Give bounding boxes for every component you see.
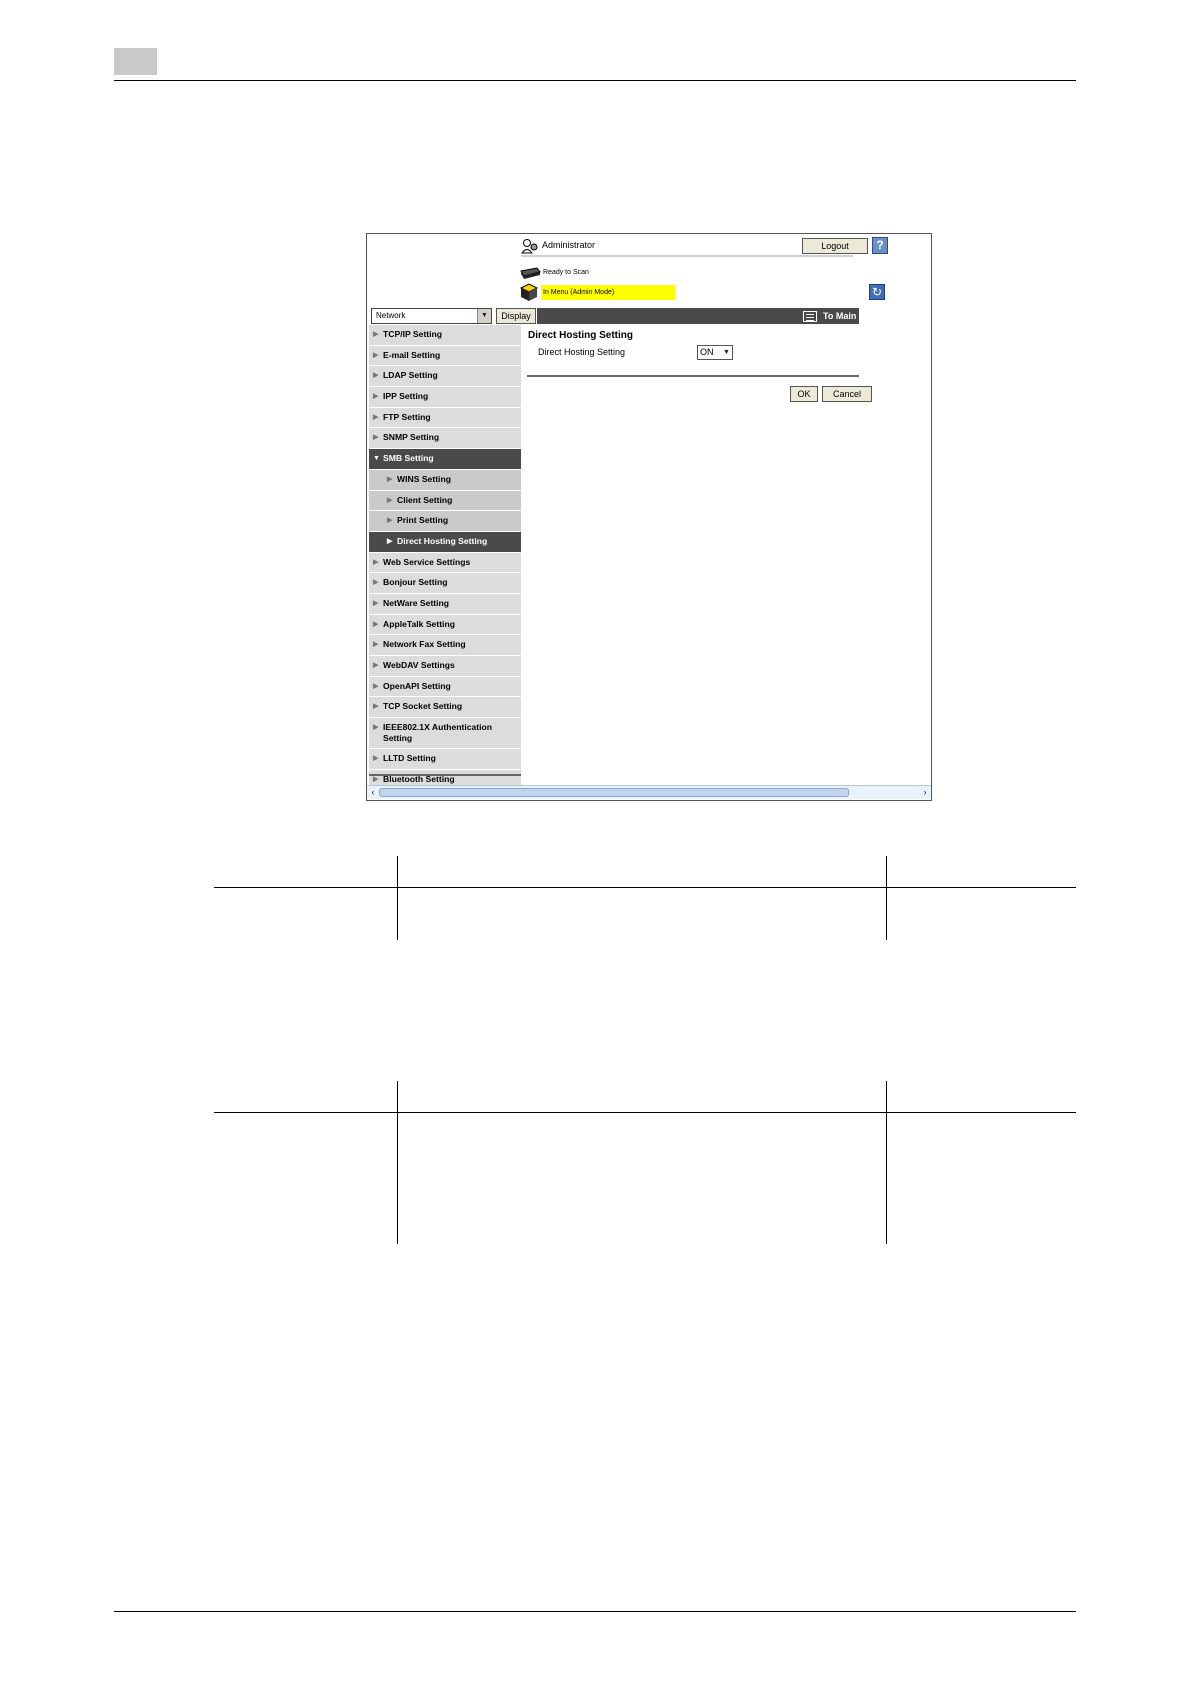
- sidebar-item[interactable]: ▶ SNMP Setting: [369, 428, 521, 449]
- arrow-right-icon: ▶: [373, 641, 379, 649]
- refresh-icon[interactable]: ↻: [869, 284, 885, 300]
- page-title: Direct Hosting Setting: [528, 330, 634, 341]
- scrollbar-thumb[interactable]: [379, 788, 849, 797]
- category-select-value: Network: [376, 311, 406, 320]
- arrow-right-icon: ▶: [387, 537, 393, 545]
- logout-button[interactable]: Logout: [802, 238, 868, 254]
- direct-hosting-value: ON: [700, 347, 714, 357]
- sidebar-item[interactable]: ▶ Bonjour Setting: [369, 573, 521, 593]
- chevron-down-icon: ▼: [477, 309, 491, 323]
- scroll-right-icon[interactable]: ›: [919, 787, 931, 798]
- sidebar-item[interactable]: ▶ WebDAV Settings: [369, 656, 521, 676]
- sidebar-item[interactable]: ▶ Web Service Settings: [369, 552, 521, 573]
- sidebar-nav: ▶ TCP/IP Setting ▶ E-mail Setting ▶ LDAP Se…: [369, 325, 521, 790]
- table-1-column-line: [886, 856, 887, 940]
- arrow-right-icon: ▶: [387, 475, 393, 483]
- sidebar-item[interactable]: ▶ TCP/IP Setting: [369, 325, 521, 345]
- sidebar-item[interactable]: ▶ OpenAPI Setting: [369, 676, 521, 697]
- arrow-right-icon: ▶: [373, 558, 379, 566]
- sidebar-subitem[interactable]: ▶ Print Setting: [369, 511, 521, 531]
- printer-icon: [520, 267, 541, 279]
- table-2-header-rule: [214, 1112, 1076, 1113]
- arrow-right-icon: ▶: [373, 724, 379, 732]
- sidebar-divider: [369, 774, 521, 776]
- ok-button[interactable]: OK: [790, 386, 818, 402]
- arrow-right-icon: ▶: [373, 434, 379, 442]
- sidebar-item[interactable]: ▶ E-mail Setting: [369, 345, 521, 366]
- administrator-label: Administrator: [542, 240, 596, 250]
- sidebar-item[interactable]: ▶ NetWare Setting: [369, 593, 521, 614]
- sidebar-item[interactable]: ▶ TCP Socket Setting: [369, 697, 521, 718]
- cancel-button[interactable]: Cancel: [822, 386, 872, 402]
- status-ready-text: Ready to Scan: [543, 269, 589, 276]
- arrow-right-icon: ▶: [373, 620, 379, 628]
- arrow-down-icon: ▼: [373, 455, 380, 463]
- table-1-column-line: [397, 856, 398, 940]
- sidebar-subitem-selected[interactable]: ▶ Direct Hosting Setting: [369, 531, 521, 552]
- horizontal-scrollbar[interactable]: ‹ ›: [367, 785, 931, 799]
- sidebar-item[interactable]: ▶ LLTD Setting: [369, 749, 521, 769]
- table-2-column-line: [886, 1081, 887, 1244]
- help-icon[interactable]: ?: [872, 237, 888, 254]
- sidebar-item[interactable]: ▶ Network Fax Setting: [369, 635, 521, 655]
- arrow-right-icon: ▶: [373, 393, 379, 401]
- content-divider: [527, 375, 859, 377]
- arrow-right-icon: ▶: [373, 331, 379, 338]
- administrator-icon: [521, 239, 538, 254]
- mode-status-bar: In Menu (Admin Mode): [541, 285, 675, 300]
- table-1-header-rule: [214, 887, 1076, 888]
- category-select[interactable]: Network ▼: [371, 308, 492, 324]
- footer-rule: [114, 1611, 1076, 1612]
- sidebar-item[interactable]: ▶ FTP Setting: [369, 407, 521, 428]
- main-menu-icon[interactable]: [803, 311, 817, 322]
- sidebar-item[interactable]: ▶ LDAP Setting: [369, 366, 521, 387]
- header-rule: [114, 80, 1076, 81]
- chapter-number-block: [114, 48, 157, 75]
- arrow-right-icon: ▶: [387, 517, 393, 525]
- chevron-down-icon: ▼: [723, 349, 730, 356]
- arrow-right-icon: ▶: [373, 599, 379, 607]
- direct-hosting-select[interactable]: ON ▼: [697, 345, 733, 360]
- arrow-right-icon: ▶: [373, 662, 379, 669]
- sidebar-subitem[interactable]: ▶ Client Setting: [369, 490, 521, 511]
- arrow-right-icon: ▶: [373, 579, 379, 587]
- web-utility-screenshot: Administrator Logout ? Ready to Scan In …: [366, 233, 932, 801]
- sidebar-subitem[interactable]: ▶ WINS Setting: [369, 469, 521, 490]
- sidebar-item[interactable]: ▶ AppleTalk Setting: [369, 614, 521, 635]
- arrow-right-icon: ▶: [373, 682, 379, 690]
- user-bar-rule: [521, 255, 853, 257]
- to-main-menu-link[interactable]: To Main Menu: [823, 311, 882, 321]
- arrow-right-icon: ▶: [373, 703, 379, 711]
- display-button[interactable]: Display: [496, 308, 536, 324]
- sidebar-item-expanded[interactable]: ▼ SMB Setting: [369, 449, 521, 469]
- sidebar-item[interactable]: ▶ IEEE802.1X Authentication Setting: [369, 718, 521, 749]
- sidebar-item[interactable]: ▶ IPP Setting: [369, 387, 521, 407]
- arrow-right-icon: ▶: [387, 496, 393, 504]
- menu-box-icon: [519, 283, 539, 301]
- arrow-right-icon: ▶: [373, 372, 379, 380]
- scroll-left-icon[interactable]: ‹: [367, 787, 379, 798]
- table-2-column-line: [397, 1081, 398, 1244]
- arrow-right-icon: ▶: [373, 351, 379, 359]
- arrow-right-icon: ▶: [373, 413, 379, 421]
- direct-hosting-label: Direct Hosting Setting: [538, 347, 626, 357]
- arrow-right-icon: ▶: [373, 755, 379, 763]
